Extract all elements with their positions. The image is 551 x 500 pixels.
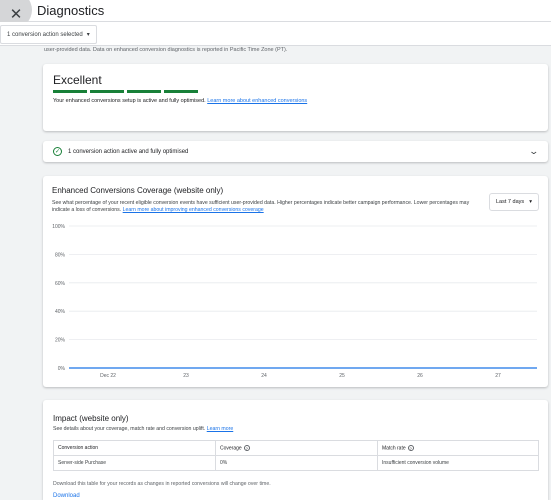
x-tick-label: 25 — [339, 373, 345, 379]
status-bar-segment — [53, 90, 87, 93]
download-link[interactable]: Download — [53, 493, 80, 499]
caret-down-icon: ▾ — [86, 32, 90, 38]
column-header: Conversion action — [53, 440, 216, 456]
y-tick-label: 20% — [55, 338, 66, 344]
impact-table: Conversion action Coverage? Match rate? … — [53, 440, 539, 471]
page-title: Diagnostics — [37, 3, 105, 18]
help-icon[interactable]: ? — [243, 444, 250, 451]
impact-learn-more-link[interactable]: Learn more — [207, 426, 234, 432]
status-title: Excellent — [53, 73, 102, 87]
y-tick-label: 100% — [52, 224, 65, 230]
x-tick-label: 26 — [417, 373, 423, 379]
table-cell: 0% — [215, 455, 378, 471]
impact-card: Impact (website only) See details about … — [43, 400, 548, 500]
status-bars — [53, 90, 198, 93]
y-tick-label: 60% — [55, 281, 66, 287]
y-tick-label: 40% — [55, 309, 66, 315]
y-tick-label: 80% — [55, 252, 66, 258]
status-card: Excellent Your enhanced conversions setu… — [43, 64, 548, 131]
filter-label: 1 conversion action selected — [7, 31, 83, 38]
summary-row-text: 1 conversion action active and fully opt… — [68, 149, 189, 155]
status-bar-segment — [127, 90, 161, 93]
summary-row[interactable]: ✓ 1 conversion action active and fully o… — [43, 141, 548, 162]
status-bar-segment — [164, 90, 198, 93]
coverage-chart: 100% 80% 60% 40% 20% 0% Dec 22 23 24 25 26 27 — [52, 224, 537, 379]
x-tick-label: 24 — [261, 373, 267, 379]
impact-desc-text: See details about your coverage, match r… — [53, 426, 206, 432]
table-cell: Insufficient conversion volume — [377, 455, 539, 471]
filter-bar: 1 conversion action selected ▾ — [0, 22, 551, 46]
x-tick-label: 27 — [495, 373, 501, 379]
download-note: Download this table for your records as … — [53, 481, 271, 487]
y-tick-label: 0% — [58, 366, 66, 372]
column-header: Coverage? — [215, 440, 378, 456]
status-text: Your enhanced conversions setup is activ… — [53, 98, 307, 104]
table-row: Server-side Purchase 0% Insufficient con… — [53, 455, 539, 471]
intro-text: user-provided data. Data on enhanced con… — [44, 47, 288, 53]
x-tick-label: 23 — [183, 373, 189, 379]
chevron-down-icon[interactable]: ⌄ — [529, 146, 540, 157]
impact-description: See details about your coverage, match r… — [53, 426, 233, 432]
status-bar-segment — [90, 90, 124, 93]
check-circle-icon: ✓ — [53, 147, 62, 156]
top-bar: ✕ Diagnostics — [0, 0, 551, 29]
table-cell: Server-side Purchase — [53, 455, 216, 471]
help-icon[interactable]: ? — [407, 444, 414, 451]
column-header: Match rate? — [377, 440, 539, 456]
conversion-action-filter[interactable]: 1 conversion action selected ▾ — [0, 25, 97, 44]
x-tick-label: Dec 22 — [100, 373, 116, 379]
close-icon[interactable]: ✕ — [10, 7, 23, 22]
coverage-card: Enhanced Conversions Coverage (website o… — [43, 176, 548, 387]
learn-more-link[interactable]: Learn more about enhanced conversions — [207, 98, 307, 104]
status-description: Your enhanced conversions setup is activ… — [53, 98, 206, 104]
table-header-row: Conversion action Coverage? Match rate? — [53, 440, 539, 456]
impact-title: Impact (website only) — [53, 414, 129, 423]
